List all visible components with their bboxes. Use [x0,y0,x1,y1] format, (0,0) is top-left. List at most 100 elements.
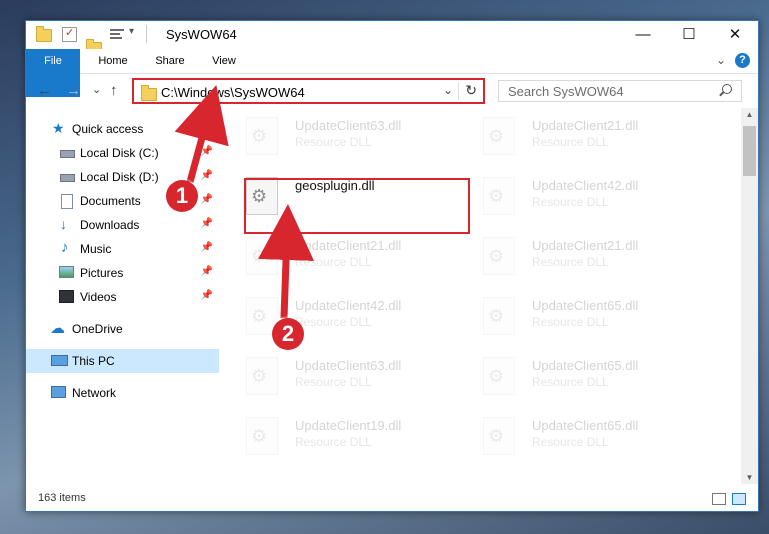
folder-icon [141,85,157,101]
download-icon: ↓ [60,216,67,232]
sidebar-item-music[interactable]: ♪ Music 📌 [26,237,219,261]
file-item[interactable]: UpdateClient19.dll Resource DLL [240,413,466,461]
help-icon[interactable]: ? [735,53,750,68]
sidebar-item-local-disk-c[interactable]: Local Disk (C:) 📌 [26,141,219,165]
sidebar-item-label: Local Disk (C:) [80,146,159,160]
pin-icon[interactable]: 📌 [201,218,213,229]
star-icon: ★ [52,120,65,136]
pin-icon[interactable]: 📌 [201,242,213,253]
dll-file-icon [246,357,278,395]
file-type: Resource DLL [532,375,609,389]
dll-file-icon [483,177,515,215]
file-type: Resource DLL [532,435,609,449]
recent-locations-button[interactable]: ⌄ [92,82,101,98]
forward-button[interactable]: → [66,83,81,99]
back-button[interactable]: ← [37,83,52,99]
sidebar-item-onedrive[interactable]: ☁ OneDrive [26,317,219,341]
file-item[interactable]: UpdateClient21.dll Resource DLL [477,113,703,161]
refresh-button[interactable]: ↻ [465,82,477,99]
sidebar-item-quick-access[interactable]: ★ Quick access [26,117,219,141]
file-name: UpdateClient65.dll [532,298,639,313]
close-button[interactable]: ✕ [712,21,758,49]
pin-icon[interactable]: 📌 [201,290,213,301]
pin-icon[interactable]: 📌 [201,194,213,205]
file-type: Resource DLL [295,315,372,329]
file-item[interactable]: UpdateClient65.dll Resource DLL [477,293,703,341]
scrollbar-thumb[interactable] [743,126,756,176]
search-icon[interactable] [722,84,732,94]
pin-icon[interactable]: 📌 [201,146,213,157]
file-item[interactable]: UpdateClient63.dll Resource DLL [240,353,466,401]
file-item[interactable]: UpdateClient21.dll Resource DLL [240,233,466,281]
address-separator [458,82,459,100]
pictures-icon [59,266,74,278]
navigation-pane: ★ Quick access Local Disk (C:) 📌 Local D… [26,113,219,483]
drive-icon [60,174,75,182]
large-icons-view-icon[interactable] [732,493,746,505]
file-type: Resource DLL [295,135,372,149]
file-item[interactable]: UpdateClient21.dll Resource DLL [477,233,703,281]
ribbon: File Home Share View ⌄ ? [26,49,758,97]
sidebar-item-network[interactable]: Network [26,381,219,405]
file-name: UpdateClient21.dll [532,238,639,253]
dll-file-icon [246,237,278,275]
videos-icon [59,290,74,303]
pin-icon[interactable]: 📌 [201,266,213,277]
file-name: UpdateClient21.dll [532,118,639,133]
properties-icon[interactable]: ✓ [62,27,77,42]
explorer-window: ✓ ▾ SysWOW64 — ☐ ✕ File Home Share View … [25,20,759,512]
address-path[interactable]: C:\Windows\SysWOW64 [161,85,305,100]
search-input[interactable]: Search SysWOW64 [498,80,742,102]
navigation-bar: ← → ⌄ ↑ C:\Windows\SysWOW64 ⌄ ↻ Search S… [26,74,758,108]
callout-2: 2 [272,318,304,350]
sidebar-item-downloads[interactable]: ↓ Downloads 📌 [26,213,219,237]
details-view-icon[interactable] [712,493,726,505]
vertical-scrollbar[interactable]: ▲ ▼ [741,108,758,484]
file-type: Resource DLL [532,135,609,149]
sidebar-item-label: Network [72,386,117,400]
tab-view[interactable]: View [202,49,246,73]
customize-icon[interactable] [110,29,124,40]
scroll-up-icon[interactable]: ▲ [741,110,758,119]
qat-dropdown-icon[interactable]: ▾ [129,26,134,42]
sidebar-item-label: This PC [72,354,115,368]
dll-file-icon [483,237,515,275]
file-type: Resource DLL [295,435,372,449]
drive-icon [60,150,75,158]
file-item[interactable]: UpdateClient65.dll Resource DLL [477,413,703,461]
tab-share[interactable]: Share [146,49,194,73]
pin-icon[interactable]: 📌 [201,170,213,181]
computer-icon [51,355,68,366]
file-item[interactable]: UpdateClient63.dll Resource DLL [240,113,466,161]
sidebar-item-label: Quick access [72,122,144,136]
scroll-down-icon[interactable]: ▼ [741,473,758,482]
file-name: UpdateClient42.dll [532,178,639,193]
file-type: Resource DLL [295,375,372,389]
file-type: Resource DLL [532,315,609,329]
title-bar: ✓ ▾ SysWOW64 — ☐ ✕ [26,21,758,55]
address-bar[interactable]: C:\Windows\SysWOW64 ⌄ ↻ [132,78,485,104]
address-dropdown-icon[interactable]: ⌄ [443,83,453,97]
file-item[interactable]: UpdateClient42.dll Resource DLL [477,173,703,221]
file-name: UpdateClient21.dll [295,238,402,253]
sidebar-item-videos[interactable]: Videos 📌 [26,285,219,309]
sidebar-item-pictures[interactable]: Pictures 📌 [26,261,219,285]
minimize-button[interactable]: — [620,21,666,49]
expand-ribbon-icon[interactable]: ⌄ [716,53,726,67]
file-name: UpdateClient65.dll [532,358,639,373]
sidebar-item-this-pc[interactable]: This PC [26,349,219,373]
file-item[interactable]: UpdateClient65.dll Resource DLL [477,353,703,401]
music-icon: ♪ [61,239,69,256]
tab-home[interactable]: Home [88,49,138,73]
up-button[interactable]: ↑ [110,83,118,99]
item-count: 163 items [38,492,86,504]
title-separator [146,25,147,43]
cloud-icon: ☁ [50,320,65,337]
search-placeholder: Search SysWOW64 [508,84,624,99]
maximize-button[interactable]: ☐ [666,21,712,49]
file-list: UpdateClient63.dll Resource DLL UpdateCl… [240,113,730,483]
network-icon [51,386,66,398]
sidebar-item-label: Pictures [80,266,124,280]
window-title: SysWOW64 [166,27,237,42]
sidebar-item-label: Documents [80,194,141,208]
